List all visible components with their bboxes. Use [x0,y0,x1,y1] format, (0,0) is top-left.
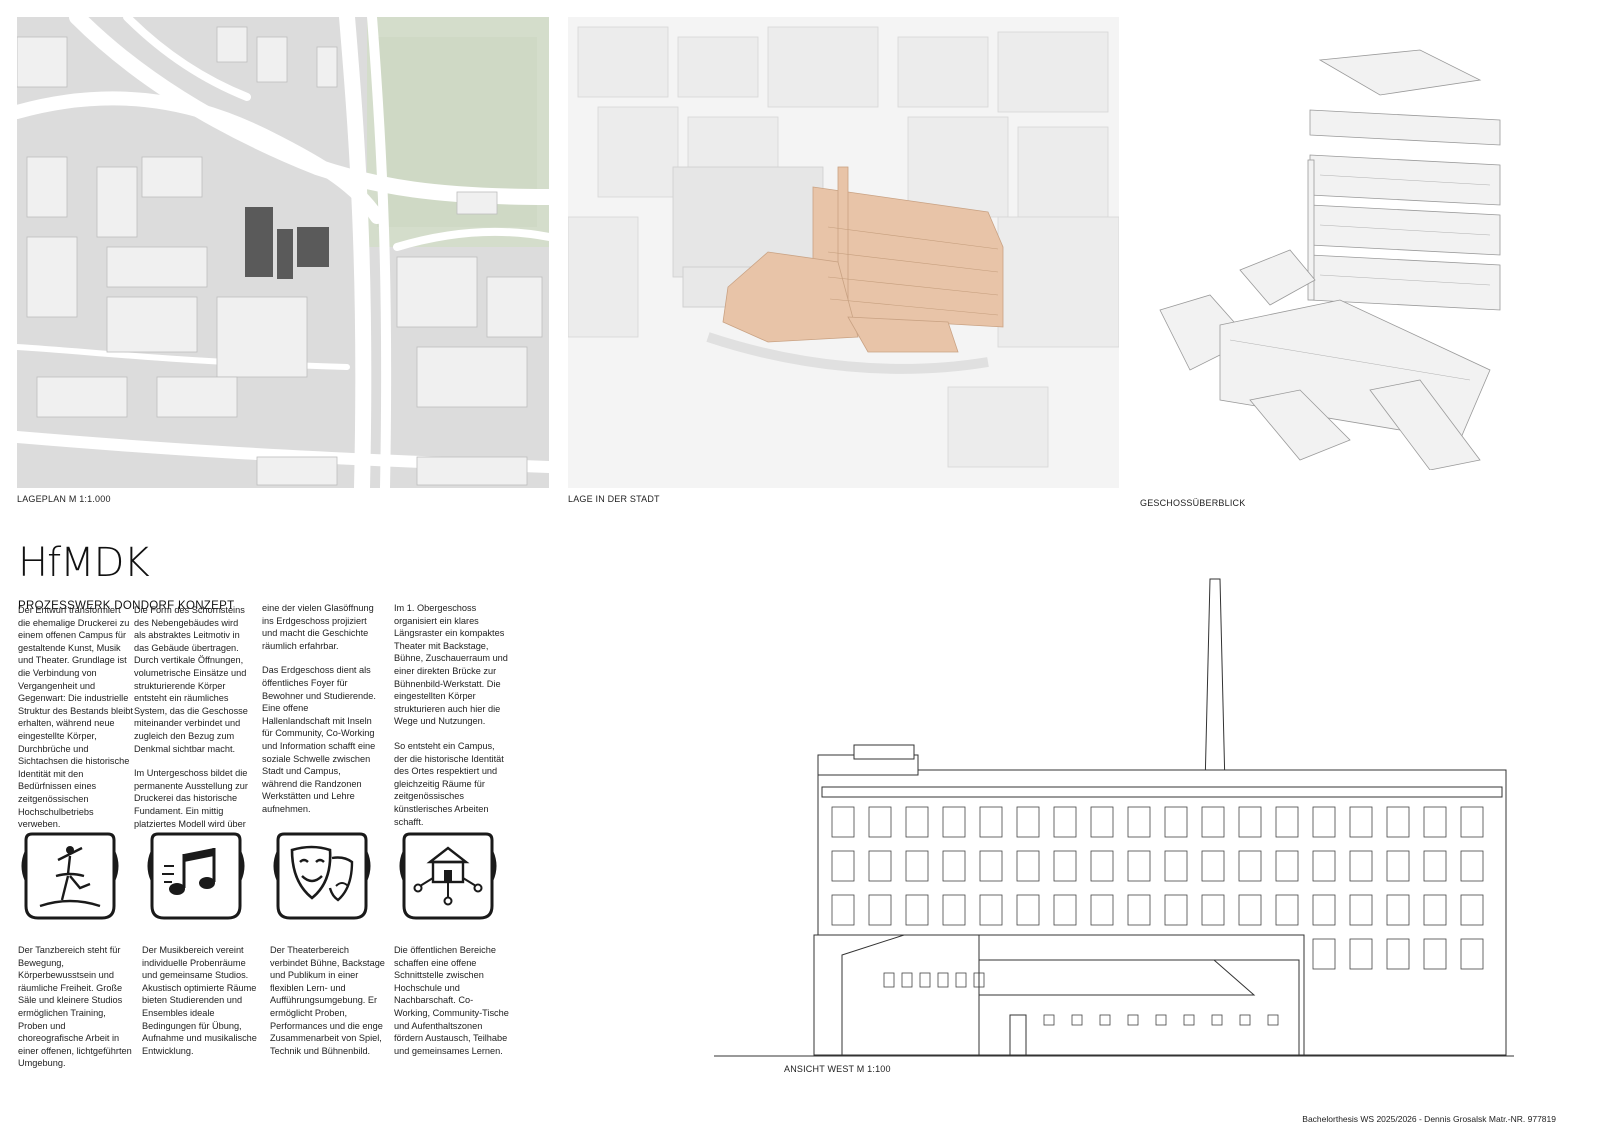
city-render-drawing [568,17,1119,488]
caption-site-plan: LAGEPLAN M 1:1.000 [17,494,111,504]
west-elevation [714,575,1514,1061]
music-icon [144,826,248,930]
caption-city-context: LAGE IN DER STADT [568,494,660,504]
caption-west-elevation: ANSICHT WEST M 1:100 [784,1064,891,1074]
text-column-3: eine der vielen Glasöffnung ins Erdgesch… [262,602,377,828]
paragraph: Im Untergeschoss bildet die permanente A… [134,768,248,829]
site-plan-drawing [17,17,549,488]
exploded-axo-drawing [1159,49,1501,470]
music-description: Der Musikbereich vereint individuelle Pr… [142,945,257,1056]
floor-overview-axo [1140,40,1560,470]
text-column-4: Im 1. Obergeschoss organisiert ein klare… [394,602,509,840]
footer-credit: Bachelorthesis WS 2025/2026 - Dennis Gro… [1302,1114,1556,1124]
caption-floor-overview: GESCHOSSÜBERBLICK [1140,498,1246,508]
paragraph: Im 1. Obergeschoss organisiert ein klare… [394,603,508,727]
site-plan [17,17,549,488]
dance-icon [18,826,122,930]
paragraph: Das Erdgeschoss dient als öffentliches F… [262,665,376,814]
text-column-2: Die Form des Schornsteins des Nebengebäu… [134,604,249,842]
dance-description: Der Tanzbereich steht für Bewegung, Körp… [18,945,132,1069]
theater-description: Der Theaterbereich verbindet Bühne, Back… [270,945,385,1056]
city-context-render [568,17,1119,488]
paragraph: So entsteht ein Campus, der die historis… [394,740,504,827]
text-column-1: Der Entwurf transformiert die ehemalige … [18,604,133,843]
paragraph: eine der vielen Glasöffnung ins Erdgesch… [262,603,374,651]
elevation-drawing [714,578,1514,1057]
public-icon [396,826,500,930]
hfmdk-logo: HfMDK [18,540,150,586]
theater-icon [270,826,374,930]
paragraph: Der Entwurf transformiert die ehemalige … [18,605,133,830]
public-description: Die öffentlichen Bereiche schaffen eine … [394,945,509,1056]
paragraph: Die Form des Schornsteins des Nebengebäu… [134,605,248,754]
